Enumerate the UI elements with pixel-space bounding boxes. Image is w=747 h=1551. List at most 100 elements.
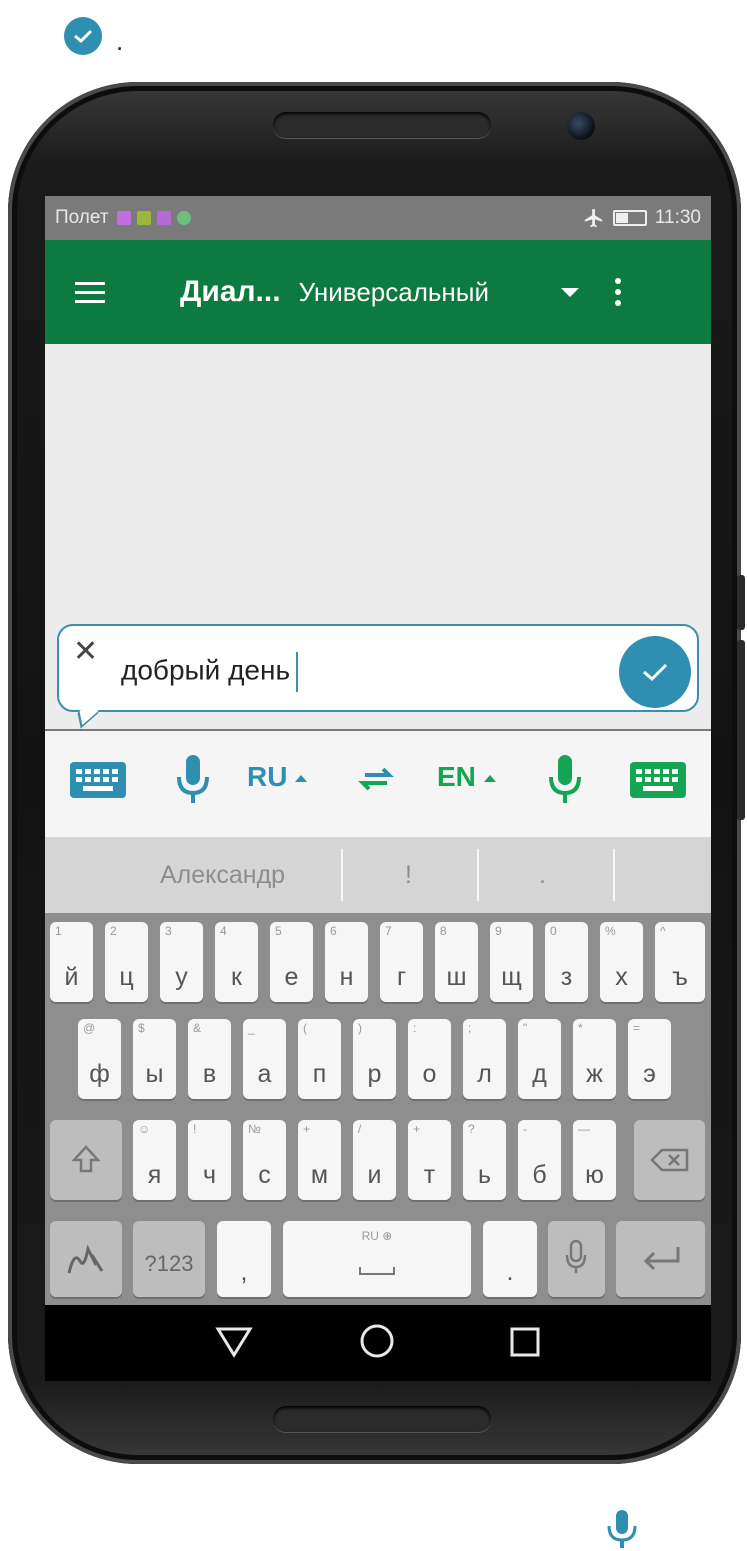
voice-key[interactable] (548, 1221, 605, 1297)
key[interactable]: 8ш (435, 922, 478, 1002)
key[interactable]: = э (628, 1019, 671, 1099)
key-hint: % (605, 924, 616, 938)
translation-input[interactable]: ✕ добрый день (57, 624, 699, 712)
space-hint: RU ⊕ (361, 1229, 393, 1243)
swap-languages-icon[interactable] (357, 765, 395, 798)
source-language[interactable]: RU (247, 761, 308, 793)
microphone-icon (605, 1508, 639, 1551)
status-text: Полет (55, 207, 109, 228)
suggestion-item[interactable]: ! (405, 861, 412, 890)
shift-key[interactable] (50, 1120, 122, 1200)
space-key[interactable]: RU ⊕ (283, 1221, 471, 1297)
backspace-key[interactable] (634, 1120, 705, 1200)
top-dot: . (116, 26, 124, 56)
suggestion-item[interactable]: . (539, 861, 546, 890)
key[interactable]: _ а (243, 1019, 286, 1099)
recent-apps-icon[interactable] (510, 1327, 540, 1357)
key-label: я (147, 1161, 162, 1189)
key-hint: = (633, 1021, 641, 1035)
key[interactable]: @ ф (78, 1019, 121, 1099)
space-icon (359, 1267, 395, 1275)
back-icon[interactable] (215, 1325, 253, 1359)
target-mic-icon[interactable] (547, 753, 583, 812)
key[interactable]: 2ц (105, 922, 148, 1002)
key[interactable]: & в (188, 1019, 231, 1099)
text-caret (296, 652, 299, 692)
key-hint: 1 (55, 924, 62, 938)
menu-icon[interactable] (75, 281, 135, 303)
home-icon[interactable] (359, 1323, 395, 1359)
microphone-icon (565, 1239, 587, 1273)
input-text-wrap[interactable]: добрый день (121, 652, 299, 692)
key-hint: 8 (440, 924, 447, 938)
check-badge-icon (64, 17, 102, 55)
airplane-icon (584, 208, 603, 228)
target-language[interactable]: EN (437, 761, 496, 793)
key[interactable]: 0з (545, 922, 588, 1002)
source-keyboard-icon[interactable] (69, 761, 127, 804)
key[interactable]: (п (298, 1019, 341, 1099)
key-label: б (532, 1161, 547, 1189)
key-hint: * (578, 1021, 583, 1035)
key[interactable]: ) р (353, 1019, 396, 1099)
key[interactable]: 3у (160, 922, 203, 1002)
key-hint: _ (248, 1021, 255, 1035)
period-key[interactable]: . (483, 1221, 537, 1297)
enter-key[interactable] (616, 1221, 705, 1297)
key[interactable]: 5е (270, 922, 313, 1002)
key[interactable]: ! ч (188, 1120, 231, 1200)
key[interactable]: -б (518, 1120, 561, 1200)
key[interactable]: * ж (573, 1019, 616, 1099)
more-options-icon[interactable] (614, 278, 621, 306)
key[interactable]: + м (298, 1120, 341, 1200)
key-hint: 7 (385, 924, 392, 938)
key[interactable]: $ ы (133, 1019, 176, 1099)
key[interactable]: / и (353, 1120, 396, 1200)
source-mic-icon[interactable] (175, 753, 211, 812)
mode-dropdown[interactable]: Универсальный (299, 277, 489, 308)
dropdown-arrow-icon[interactable] (560, 287, 579, 297)
suggestion-item[interactable]: Александр (160, 861, 285, 890)
period-key-label: . (506, 1258, 514, 1286)
confirm-button[interactable] (619, 636, 691, 708)
key-label: у (175, 963, 188, 991)
key[interactable]: ^ ъ (655, 922, 705, 1002)
key[interactable]: ☺ я (133, 1120, 176, 1200)
symbols-key[interactable]: ?123 (133, 1221, 205, 1297)
clear-icon[interactable]: ✕ (73, 634, 98, 669)
key[interactable]: 4к (215, 922, 258, 1002)
key[interactable]: :о (408, 1019, 451, 1099)
key[interactable]: % х (600, 922, 643, 1002)
key-hint: ( (303, 1021, 307, 1035)
key-label: т (423, 1161, 436, 1189)
notification-icon (136, 211, 151, 225)
input-text[interactable]: добрый день (121, 654, 290, 685)
key[interactable]: ; л (463, 1019, 506, 1099)
key[interactable]: 6н (325, 922, 368, 1002)
suggestion-divider (341, 849, 343, 901)
key[interactable]: + т (408, 1120, 451, 1200)
key-hint: ☺ (138, 1122, 151, 1136)
source-language-label[interactable]: RU (247, 761, 287, 792)
key[interactable]: 7г (380, 922, 423, 1002)
key-label: ф (89, 1060, 110, 1088)
key-hint: ? (468, 1122, 475, 1136)
suggestion-divider (477, 849, 479, 901)
key[interactable]: 9щ (490, 922, 533, 1002)
key[interactable]: — ю (573, 1120, 616, 1200)
key-hint: ) (358, 1021, 362, 1035)
key-hint: ! (193, 1122, 197, 1136)
status-bar: Полет 11:30 (45, 196, 711, 240)
key[interactable]: " д (518, 1019, 561, 1099)
comma-key-label: , (240, 1258, 248, 1286)
key[interactable]: ? ь (463, 1120, 506, 1200)
handwriting-key[interactable] (50, 1221, 122, 1297)
screen: Полет 11:30 Диал... Универсальный ✕ добр… (45, 196, 711, 1381)
key-hint: 3 (165, 924, 172, 938)
target-keyboard-icon[interactable] (629, 761, 687, 804)
enter-icon (643, 1247, 680, 1271)
key[interactable]: 1й (50, 922, 93, 1002)
target-language-label[interactable]: EN (437, 761, 476, 792)
comma-key[interactable]: , (217, 1221, 271, 1297)
key[interactable]: № с (243, 1120, 286, 1200)
